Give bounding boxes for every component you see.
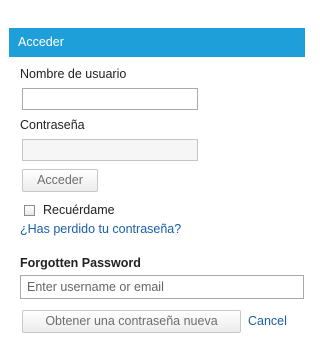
username-or-email-input[interactable] [20,275,304,299]
password-label: Contraseña [20,118,85,132]
forgotten-password-title: Forgotten Password [20,256,141,270]
login-panel: Acceder Nombre de usuario Contraseña Acc… [0,0,310,340]
login-header: Acceder [9,28,305,57]
remember-label: Recuérdame [43,203,115,217]
login-button[interactable]: Acceder [22,169,98,192]
forgot-password-link[interactable]: ¿Has perdido tu contraseña? [20,222,181,236]
password-field[interactable] [22,139,198,161]
username-label: Nombre de usuario [20,67,127,81]
cancel-link[interactable]: Cancel [248,314,287,328]
get-new-password-button[interactable]: Obtener una contraseña nueva [22,310,241,333]
username-field[interactable] [22,88,198,110]
remember-checkbox[interactable] [24,204,35,216]
remember-me[interactable]: Recuérdame [24,202,115,218]
